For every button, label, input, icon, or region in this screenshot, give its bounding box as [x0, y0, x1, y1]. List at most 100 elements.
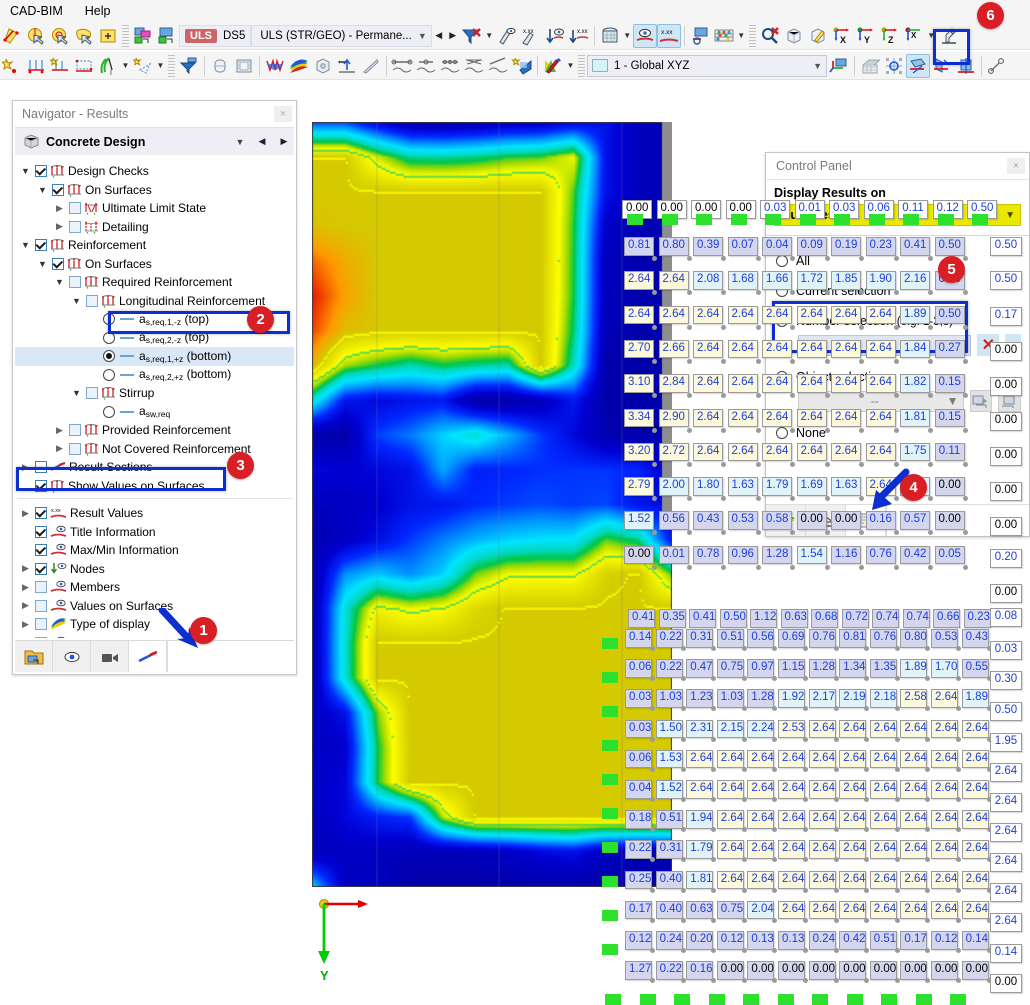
tree-checkbox[interactable]: [35, 239, 47, 252]
cube-icon[interactable]: [782, 24, 806, 48]
wire-icon[interactable]: [985, 54, 1009, 78]
chevron-right-icon[interactable]: ▶: [19, 582, 32, 593]
chevron-right-icon[interactable]: ▶: [19, 563, 32, 574]
design-situation-box[interactable]: ULS DS5: [179, 24, 252, 47]
tree-checkbox[interactable]: [86, 294, 98, 307]
dashed-surface-icon[interactable]: [131, 54, 155, 78]
tree-item-values-on-surfaces[interactable]: ▶ Values on Surfaces: [15, 597, 294, 616]
chevron-down-icon[interactable]: ▼: [232, 137, 248, 147]
tree-item-not-covered-reinforcement[interactable]: ▶ Not Covered Reinforcement: [15, 440, 294, 459]
chevron-down-icon[interactable]: ▼: [418, 31, 427, 41]
line-icon[interactable]: [359, 54, 383, 78]
plane-xz-icon[interactable]: [954, 54, 978, 78]
select-circle-icon[interactable]: [24, 24, 48, 48]
tree-checkbox[interactable]: [35, 636, 47, 638]
tree-item-members[interactable]: ▶ Members: [15, 578, 294, 597]
select-circle-plus-icon[interactable]: [48, 24, 72, 48]
chevron-right-icon[interactable]: ▶: [19, 619, 32, 630]
tree-radio[interactable]: [103, 313, 115, 326]
rebar-dropdown-icon[interactable]: ▼: [120, 55, 131, 77]
tree-checkbox[interactable]: [52, 257, 64, 270]
star-surface-icon[interactable]: [510, 54, 534, 78]
chevron-down-icon[interactable]: ▼: [53, 277, 66, 287]
navigator-tree[interactable]: ▼ Design Checks ▼ On Surfaces ▶ Ultimate Limi…: [15, 158, 294, 638]
axis-xyz-icon[interactable]: X: [902, 24, 926, 48]
tree-item-ultimate-limit-state[interactable]: ▶ Ultimate Limit State: [15, 199, 294, 218]
tree-checkbox[interactable]: [35, 562, 47, 575]
eye-results-icon[interactable]: [632, 23, 657, 48]
tree-checkbox[interactable]: [35, 461, 47, 474]
tree-radio[interactable]: [103, 405, 115, 418]
chevron-right-icon[interactable]: ▶: [53, 203, 66, 214]
tree-item-type-of-display[interactable]: ▶ Type of display: [15, 615, 294, 634]
axis-y-icon[interactable]: Y: [854, 24, 878, 48]
chevron-right-icon[interactable]: ▶: [53, 221, 66, 232]
tree-item-stirrup[interactable]: ▼ Stirrup: [15, 384, 294, 403]
tree-item-a[interactable]: asw,req: [15, 403, 294, 422]
chevron-down-icon[interactable]: ▼: [19, 240, 32, 250]
snap-center-icon[interactable]: [882, 54, 906, 78]
tree-checkbox[interactable]: [69, 220, 81, 233]
tree-item-a[interactable]: as,req,2,-z (top): [15, 329, 294, 348]
film-icon[interactable]: [232, 54, 256, 78]
new-result-window-icon[interactable]: [131, 24, 155, 48]
moment-diagram-icon[interactable]: [263, 54, 287, 78]
chevron-right-icon[interactable]: ▶: [53, 443, 66, 454]
tree-item-a[interactable]: as,req,1,+z (bottom): [15, 347, 294, 366]
cs-chevron-down-icon[interactable]: ▼: [813, 61, 822, 71]
tree-checkbox[interactable]: [69, 424, 81, 437]
coordinate-system-combo[interactable]: 1 - Global XYZ ▼: [587, 54, 827, 77]
tree-radio[interactable]: [103, 368, 115, 381]
chevron-right-icon[interactable]: ▶: [19, 508, 32, 519]
axis-x-icon[interactable]: X: [830, 24, 854, 48]
tree-checkbox[interactable]: [35, 525, 47, 538]
chevron-right-icon[interactable]: ▶: [53, 425, 66, 436]
tree-item-result-values[interactable]: ▶ x.xx Result Values: [15, 504, 294, 523]
load-combination-combo[interactable]: ULS (STR/GEO) - Permane... ▼: [251, 24, 432, 47]
tree-item-required-reinforcement[interactable]: ▼ Required Reinforcement: [15, 273, 294, 292]
solid-icon[interactable]: [311, 54, 335, 78]
axis-dropdown-icon[interactable]: ▼: [926, 25, 937, 47]
down-eye-icon[interactable]: [543, 24, 567, 48]
visibility-pen-icon[interactable]: [495, 24, 519, 48]
navigator-tab-views[interactable]: [91, 641, 129, 672]
select-box-plus-icon[interactable]: [96, 24, 120, 48]
menu-item-help[interactable]: Help: [85, 4, 111, 18]
surface-icon[interactable]: [72, 54, 96, 78]
chevron-down-icon[interactable]: ▼: [19, 166, 32, 176]
tree-checkbox[interactable]: [69, 276, 81, 289]
cs-apply-icon[interactable]: [827, 54, 851, 78]
chevron-down-icon[interactable]: ▼: [36, 259, 49, 269]
tree-checkbox[interactable]: [86, 387, 98, 400]
tree-checkbox[interactable]: [52, 183, 64, 196]
surface-contour-plot[interactable]: [312, 122, 672, 887]
tree-checkbox[interactable]: [35, 507, 47, 520]
navigator-module-combo[interactable]: Concrete Design ▼ ◀ ▶: [15, 127, 294, 155]
grid-dropdown-icon[interactable]: ▼: [622, 25, 633, 47]
grid-snap-icon[interactable]: [858, 54, 882, 78]
print-results-icon[interactable]: [688, 24, 712, 48]
tree-item-detailing[interactable]: ▶ Detailing: [15, 218, 294, 237]
menu-item-cad-bim[interactable]: CAD-BIM: [10, 4, 63, 18]
tree-item-show-values-on-surfaces[interactable]: Show Values on Surfaces: [15, 477, 294, 496]
filter-icon[interactable]: [177, 54, 201, 78]
chevron-down-icon[interactable]: ▼: [70, 388, 83, 398]
rainbow-surface-icon[interactable]: [287, 54, 311, 78]
copy-result-window-icon[interactable]: [155, 24, 179, 48]
toolbar2-grip[interactable]: [168, 54, 175, 77]
line5-icon[interactable]: [486, 54, 510, 78]
tree-checkbox[interactable]: [35, 618, 47, 631]
chevron-down-icon[interactable]: ▼: [70, 296, 83, 306]
tree-item-reinforcement[interactable]: ▼ Reinforcement: [15, 236, 294, 255]
abacus-icon[interactable]: [712, 24, 736, 48]
toolbar-grip-2[interactable]: [748, 24, 756, 47]
tree-radio-selected[interactable]: [103, 350, 115, 363]
line4-icon[interactable]: [462, 54, 486, 78]
support-icon[interactable]: [335, 54, 359, 78]
nav-next-button[interactable]: ▶: [276, 136, 292, 147]
color-pen-icon[interactable]: [541, 54, 565, 78]
select-special-icon[interactable]: [0, 24, 24, 48]
edit-cube-icon[interactable]: [806, 24, 830, 48]
tree-item-max-min-information[interactable]: Max/Min Information: [15, 541, 294, 560]
tree-radio[interactable]: [103, 331, 115, 344]
